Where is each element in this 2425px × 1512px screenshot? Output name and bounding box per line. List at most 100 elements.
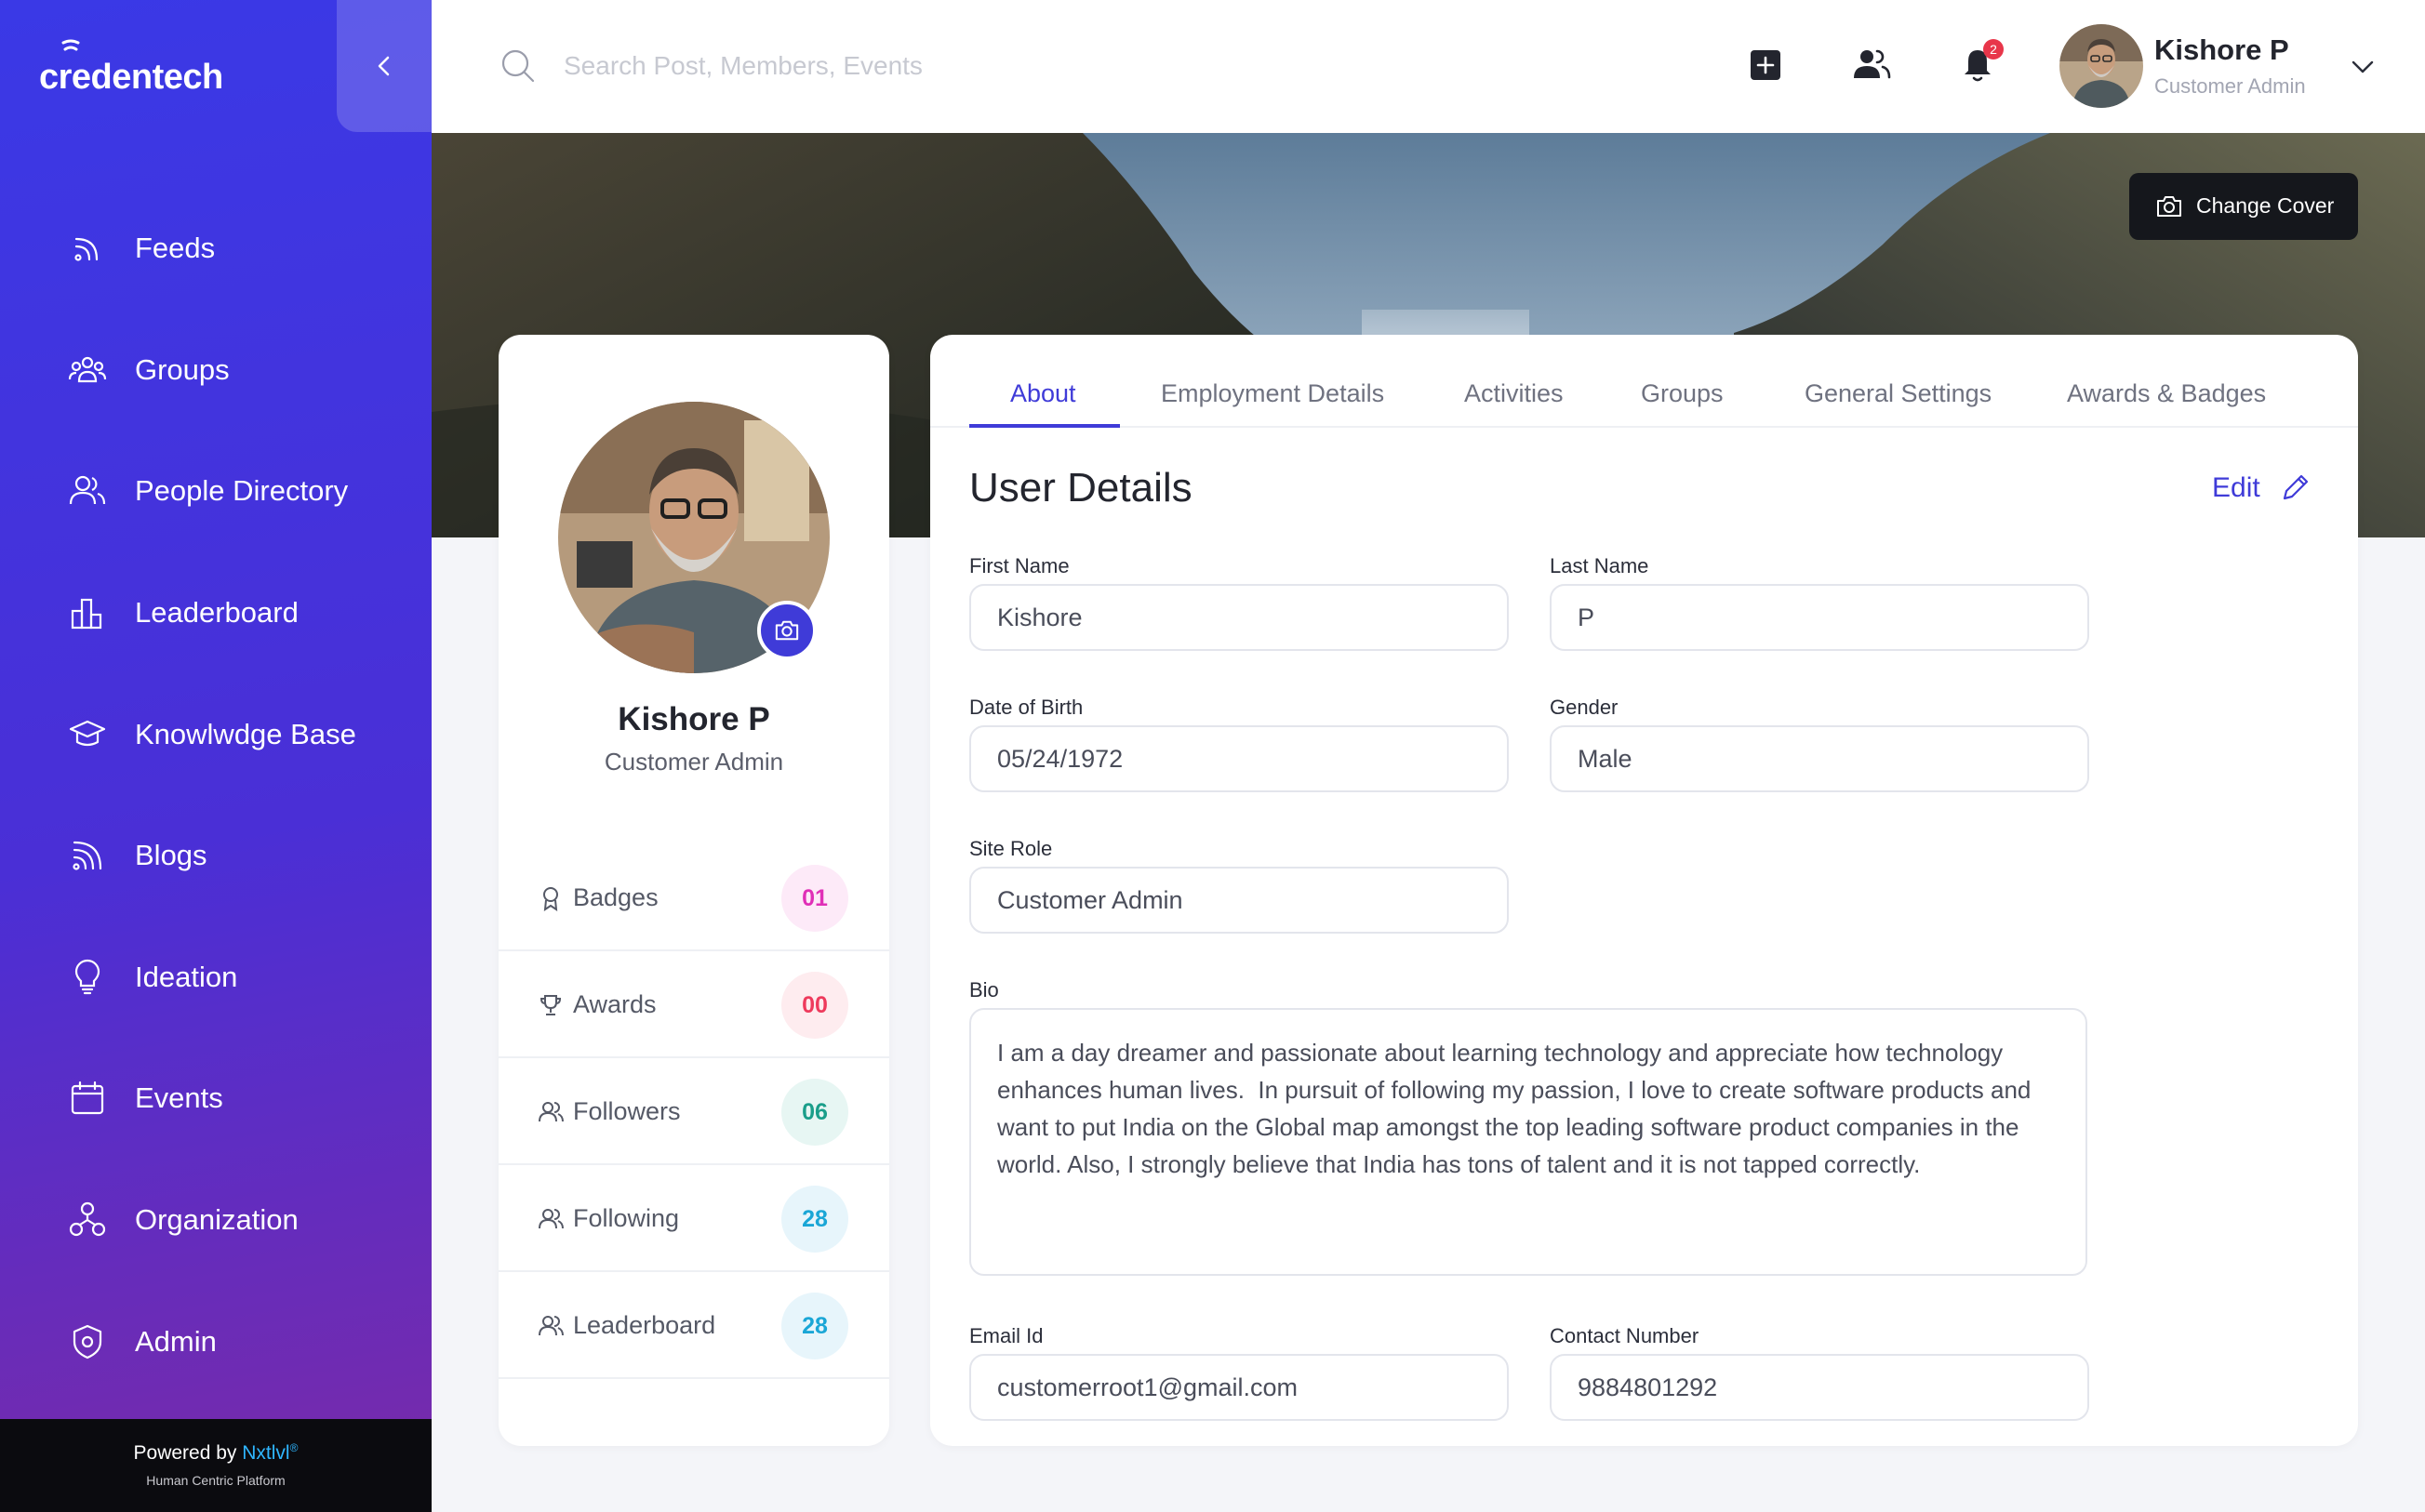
powered-brand[interactable]: Nxtlvl xyxy=(242,1442,289,1464)
users-icon[interactable] xyxy=(1851,45,1892,86)
active-tab-indicator xyxy=(969,424,1120,428)
badge-icon xyxy=(543,887,558,911)
chevron-left-icon xyxy=(378,56,390,76)
add-post-icon[interactable] xyxy=(1745,45,1786,86)
change-cover-label: Change Cover xyxy=(2196,193,2335,218)
collapse-sidebar-button[interactable] xyxy=(337,0,432,132)
change-avatar-button[interactable] xyxy=(757,601,817,660)
powered-by-footer: Powered by Nxtlvl® Human Centric Platfor… xyxy=(0,1419,432,1512)
stat-awards[interactable]: Awards 00 xyxy=(499,951,889,1058)
edit-button[interactable]: Edit xyxy=(2212,472,2260,504)
change-cover-button[interactable]: Change Cover xyxy=(2129,173,2358,240)
sidebar-item-people-directory[interactable]: People Directory xyxy=(0,454,432,528)
user-details-card: About Employment Details Activities Grou… xyxy=(930,335,2358,1446)
stat-following[interactable]: Following 28 xyxy=(499,1165,889,1272)
sidebar-item-label: Feeds xyxy=(135,232,216,264)
tab-awards-badges[interactable]: Awards & Badges xyxy=(2067,379,2266,408)
following-icon xyxy=(539,1209,564,1229)
stat-followers[interactable]: Followers 06 xyxy=(499,1058,889,1165)
search-icon xyxy=(501,49,535,83)
user-role: Customer Admin xyxy=(2154,74,2306,98)
bio-label: Bio xyxy=(969,978,999,1001)
user-avatar[interactable] xyxy=(2059,24,2143,108)
powered-prefix: Powered by xyxy=(133,1442,243,1464)
contact-number-field[interactable] xyxy=(1550,1354,2089,1421)
top-bar: 2 Kishore P Customer Admin xyxy=(432,0,2425,133)
sidebar: credentech Feeds Groups People Directory… xyxy=(0,0,432,1512)
camera-icon xyxy=(775,620,799,641)
sidebar-item-label: Blogs xyxy=(135,839,207,871)
stat-count: 28 xyxy=(781,1186,848,1253)
leaderboard-icon xyxy=(71,598,102,630)
site-role-field[interactable] xyxy=(969,867,1509,934)
tab-groups[interactable]: Groups xyxy=(1641,379,1724,408)
tab-general-settings[interactable]: General Settings xyxy=(1805,379,1992,408)
dob-field[interactable] xyxy=(969,725,1509,792)
first-name-field[interactable] xyxy=(969,584,1509,651)
tab-about[interactable]: About xyxy=(1010,379,1076,408)
first-name-label: First Name xyxy=(969,554,1070,577)
sidebar-item-groups[interactable]: Groups xyxy=(0,333,432,407)
calendar-icon xyxy=(71,1081,104,1115)
leaderboard-users-icon xyxy=(539,1316,564,1336)
logo-mark-icon xyxy=(61,39,80,51)
last-name-field[interactable] xyxy=(1550,584,2089,651)
chevron-down-icon[interactable] xyxy=(2348,52,2378,82)
sidebar-item-admin[interactable]: Admin xyxy=(0,1305,432,1379)
gender-field[interactable] xyxy=(1550,725,2089,792)
org-chart-icon xyxy=(69,1201,106,1237)
profile-name: Kishore P xyxy=(618,701,770,737)
stat-leaderboard[interactable]: Leaderboard 28 xyxy=(499,1272,889,1379)
stat-count: 00 xyxy=(781,972,848,1039)
sidebar-item-label: Admin xyxy=(135,1325,217,1358)
group-icon xyxy=(68,356,107,383)
powered-tagline: Human Centric Platform xyxy=(146,1473,286,1488)
section-title: User Details xyxy=(969,465,1193,511)
sidebar-item-ideation[interactable]: Ideation xyxy=(0,940,432,1015)
user-avatar-photo xyxy=(2059,24,2143,108)
graduation-cap-icon xyxy=(69,720,106,747)
sidebar-item-leaderboard[interactable]: Leaderboard xyxy=(0,576,432,650)
sidebar-item-label: Groups xyxy=(135,353,230,386)
sidebar-item-organization[interactable]: Organization xyxy=(0,1183,432,1257)
sidebar-item-events[interactable]: Events xyxy=(0,1061,432,1135)
stat-label: Awards xyxy=(573,990,657,1018)
sidebar-item-label: Ideation xyxy=(135,961,238,993)
search-input[interactable] xyxy=(564,41,1215,91)
bio-field[interactable]: I am a day dreamer and passionate about … xyxy=(969,1008,2087,1276)
admin-shield-icon xyxy=(73,1324,102,1359)
sidebar-item-blogs[interactable]: Blogs xyxy=(0,818,432,893)
blog-icon xyxy=(73,841,102,870)
registered-mark: ® xyxy=(289,1441,299,1454)
stat-label: Leaderboard xyxy=(573,1311,716,1339)
stat-badges[interactable]: Badges 01 xyxy=(499,844,889,951)
sidebar-item-feeds[interactable]: Feeds xyxy=(0,211,432,285)
last-name-label: Last Name xyxy=(1550,554,1649,577)
sidebar-item-label: Organization xyxy=(135,1203,299,1236)
email-field[interactable] xyxy=(969,1354,1509,1421)
rss-icon xyxy=(74,237,99,261)
contact-number-label: Contact Number xyxy=(1550,1324,1699,1347)
profile-tabs: About Employment Details Activities Grou… xyxy=(930,335,2358,428)
stat-label: Followers xyxy=(573,1097,681,1125)
sidebar-item-knowledge-base[interactable]: Knowlwdge Base xyxy=(0,697,432,772)
user-name[interactable]: Kishore P xyxy=(2154,33,2289,67)
gender-label: Gender xyxy=(1550,696,1619,719)
lightbulb-icon xyxy=(74,959,100,995)
stat-count: 28 xyxy=(781,1293,848,1359)
tab-employment-details[interactable]: Employment Details xyxy=(1161,379,1384,408)
email-label: Email Id xyxy=(969,1324,1044,1347)
dob-label: Date of Birth xyxy=(969,696,1084,719)
camera-icon xyxy=(2157,196,2181,217)
trophy-icon xyxy=(540,995,562,1015)
credentech-logo[interactable]: credentech xyxy=(39,37,262,104)
stat-count: 01 xyxy=(781,865,848,932)
stat-count: 06 xyxy=(781,1079,848,1146)
followers-icon xyxy=(539,1102,564,1122)
tab-activities[interactable]: Activities xyxy=(1464,379,1564,408)
site-role-label: Site Role xyxy=(969,837,1053,860)
notification-count-badge: 2 xyxy=(1983,39,2004,60)
sidebar-item-label: Events xyxy=(135,1081,223,1114)
profile-role: Customer Admin xyxy=(604,748,784,776)
pencil-icon[interactable] xyxy=(2279,472,2311,504)
